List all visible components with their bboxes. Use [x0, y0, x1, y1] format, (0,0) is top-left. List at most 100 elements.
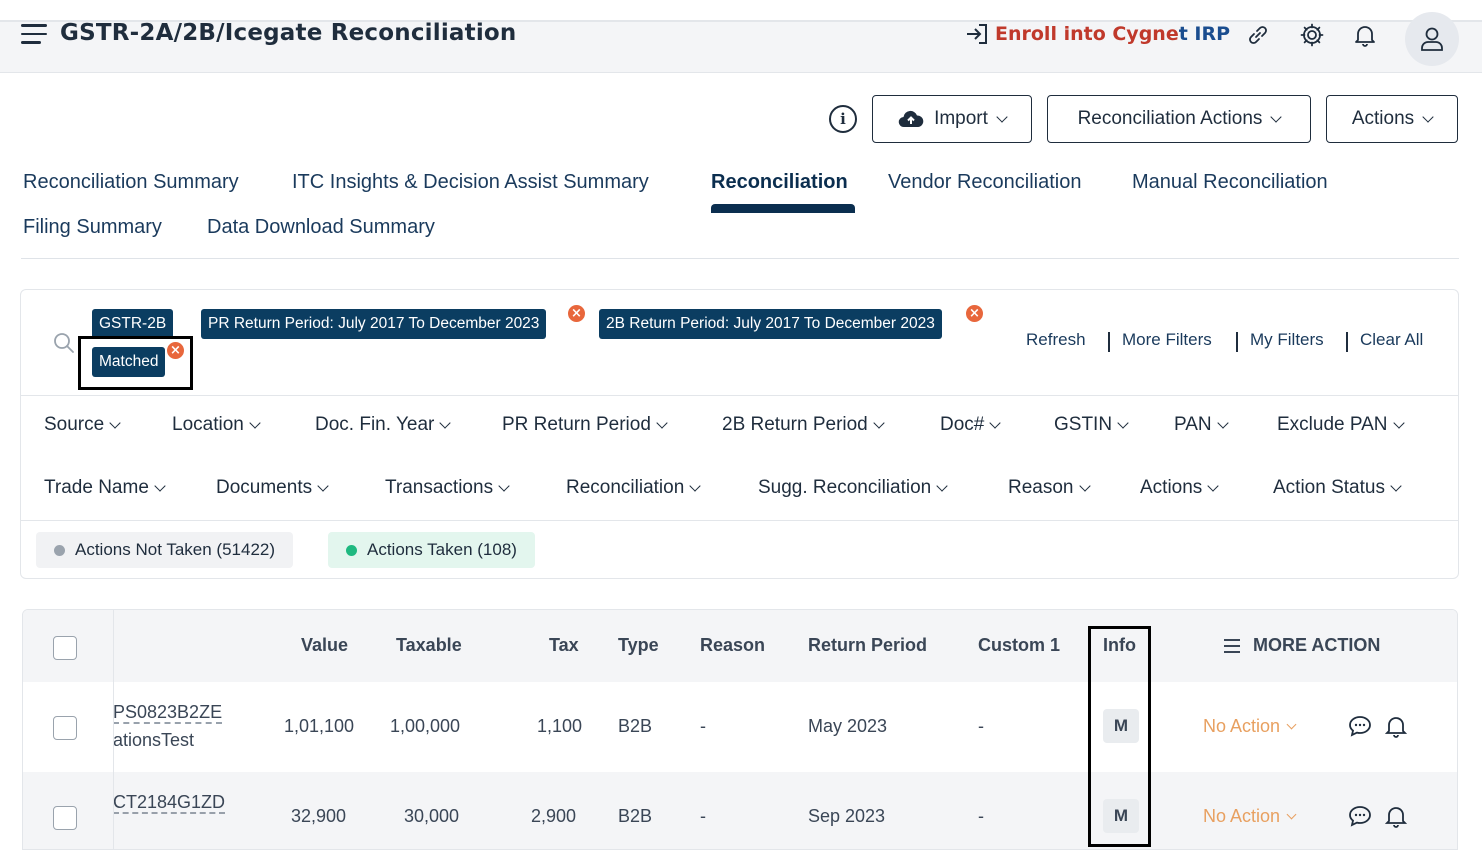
chevron-down-icon — [498, 479, 510, 492]
location-dropdown[interactable]: Location — [172, 414, 261, 436]
no-action-dropdown[interactable]: No Action — [1203, 716, 1297, 737]
refresh-link[interactable]: Refresh — [1026, 330, 1086, 350]
tab-data-download-summary[interactable]: Data Download Summary — [207, 216, 435, 239]
cell-return-period: Sep 2023 — [808, 806, 886, 826]
reconciliation-actions-button[interactable]: Reconciliation Actions — [1047, 95, 1311, 143]
actions-button[interactable]: Actions — [1326, 95, 1458, 143]
reminder-bell-icon[interactable] — [1385, 714, 1407, 738]
cell-tax: 2,900 — [531, 806, 577, 826]
actions-filter-label: Actions — [1140, 477, 1203, 498]
tabs-divider — [21, 258, 1459, 259]
reason-label: Reason — [1008, 477, 1074, 498]
search-icon[interactable] — [52, 331, 76, 355]
comment-icon[interactable] — [1348, 715, 1372, 737]
column-header-tax[interactable]: Tax — [549, 635, 579, 656]
reconciliation-dropdown[interactable]: Reconciliation — [566, 477, 701, 499]
app-header: GSTR-2A/2B/Icegate Reconciliation Enroll… — [0, 12, 1482, 73]
trade-name-label: Trade Name — [44, 477, 149, 498]
gstin-dropdown[interactable]: GSTIN — [1054, 414, 1129, 436]
cell-tax: 1,100 — [537, 716, 583, 736]
link-icon[interactable] — [1245, 22, 1271, 48]
chevron-down-icon — [1078, 479, 1091, 492]
remove-chip-icon[interactable]: × — [165, 340, 186, 361]
highlight-box-info-column — [1088, 626, 1151, 847]
table-row[interactable]: CT2184G1ZD 32,900 30,000 2,900 B2B - Sep… — [23, 772, 1457, 849]
tab-manual-reconciliation[interactable]: Manual Reconciliation — [1132, 171, 1328, 194]
reminder-bell-icon[interactable] — [1385, 804, 1407, 828]
tab-filing-summary[interactable]: Filing Summary — [23, 216, 162, 239]
column-header-taxable[interactable]: Taxable — [396, 635, 462, 656]
column-header-type[interactable]: Type — [618, 635, 659, 656]
chevron-down-icon — [1422, 110, 1434, 123]
trade-name-dropdown[interactable]: Trade Name — [44, 477, 166, 499]
source-dropdown[interactable]: Source — [44, 414, 121, 436]
sugg-reconciliation-dropdown[interactable]: Sugg. Reconciliation — [758, 477, 948, 499]
import-label: Import — [934, 108, 988, 129]
location-label: Location — [172, 414, 244, 435]
enroll-irp-link[interactable]: Enroll into Cygnet IRP — [965, 23, 1230, 45]
chevron-down-icon — [317, 479, 329, 492]
row-checkbox[interactable] — [53, 716, 77, 740]
remove-chip-icon[interactable]: × — [566, 303, 587, 324]
cell-return-period: May 2023 — [808, 716, 888, 736]
chevron-down-icon — [1117, 416, 1129, 429]
exclude-pan-label: Exclude PAN — [1277, 414, 1388, 435]
select-all-checkbox[interactable] — [53, 636, 77, 660]
transactions-dropdown[interactable]: Transactions — [385, 477, 510, 499]
actions-not-taken-pill[interactable]: Actions Not Taken (51422) — [36, 532, 294, 568]
no-action-label: No Action — [1203, 716, 1281, 736]
my-filters-link[interactable]: My Filters — [1250, 330, 1324, 350]
reconciliation-actions-label: Reconciliation Actions — [1077, 108, 1263, 129]
action-status-dropdown[interactable]: Action Status — [1273, 477, 1402, 499]
no-action-dropdown[interactable]: No Action — [1203, 806, 1297, 827]
column-header-value[interactable]: Value — [301, 635, 348, 656]
reason-dropdown[interactable]: Reason — [1008, 477, 1091, 499]
link-separator — [1346, 332, 1348, 352]
column-header-reason[interactable]: Reason — [700, 635, 765, 656]
tab-itc-insights[interactable]: ITC Insights & Decision Assist Summary — [292, 171, 649, 194]
row-checkbox[interactable] — [53, 806, 77, 830]
2b-return-period-dropdown[interactable]: 2B Return Period — [722, 414, 885, 436]
documents-dropdown[interactable]: Documents — [216, 477, 329, 499]
chevron-down-icon — [996, 110, 1008, 123]
cell-value: 1,01,100 — [284, 716, 355, 736]
clear-all-link[interactable]: Clear All — [1360, 330, 1423, 350]
chevron-down-icon — [249, 416, 261, 429]
exclude-pan-dropdown[interactable]: Exclude PAN — [1277, 414, 1405, 436]
doc-number-dropdown[interactable]: Doc# — [940, 414, 1002, 436]
doc-number-link[interactable]: PS0823B2ZE — [113, 702, 222, 723]
comment-icon[interactable] — [1348, 805, 1372, 827]
actions-filter-dropdown[interactable]: Actions — [1140, 477, 1219, 499]
doc-fin-year-dropdown[interactable]: Doc. Fin. Year — [315, 414, 452, 436]
tab-reconciliation-summary[interactable]: Reconciliation Summary — [23, 171, 239, 194]
table-header: Value Taxable Tax Type Reason Return Per… — [23, 610, 1457, 682]
more-action-header[interactable]: MORE ACTION — [1223, 635, 1380, 656]
doc-number-link[interactable]: CT2184G1ZD — [113, 792, 225, 813]
tab-vendor-reconciliation[interactable]: Vendor Reconciliation — [888, 171, 1081, 194]
settings-gear-icon[interactable] — [1299, 22, 1325, 48]
user-avatar[interactable] — [1405, 12, 1459, 66]
doc-number-label: Doc# — [940, 414, 985, 435]
cell-reason: - — [700, 716, 706, 736]
remove-chip-icon[interactable]: × — [964, 303, 985, 324]
enroll-label: Enroll into Cygne — [995, 23, 1179, 45]
cloud-upload-icon — [898, 110, 924, 128]
import-button[interactable]: Import — [872, 95, 1032, 143]
tab-reconciliation[interactable]: Reconciliation — [711, 171, 848, 194]
doc-number-subtext: ationsTest — [113, 730, 195, 750]
pr-return-period-dropdown[interactable]: PR Return Period — [502, 414, 668, 436]
info-icon[interactable]: i — [829, 105, 857, 133]
column-header-custom1[interactable]: Custom 1 — [978, 635, 1060, 656]
hamburger-menu-icon[interactable] — [21, 24, 47, 46]
column-header-return-period[interactable]: Return Period — [808, 635, 927, 656]
pr-return-period-label: PR Return Period — [502, 414, 651, 435]
notification-bell-icon[interactable] — [1352, 22, 1378, 48]
more-filters-link[interactable]: More Filters — [1122, 330, 1212, 350]
filter-chip-matched: Matched — [92, 347, 166, 377]
user-icon — [1421, 27, 1443, 51]
pan-dropdown[interactable]: PAN — [1174, 414, 1229, 436]
table-row[interactable]: PS0823B2ZE ationsTest 1,01,100 1,00,000 … — [23, 682, 1457, 772]
filter-chip-gstr2b: GSTR-2B — [92, 309, 174, 339]
cell-taxable: 30,000 — [404, 806, 460, 826]
actions-taken-pill[interactable]: Actions Taken (108) — [328, 532, 535, 568]
